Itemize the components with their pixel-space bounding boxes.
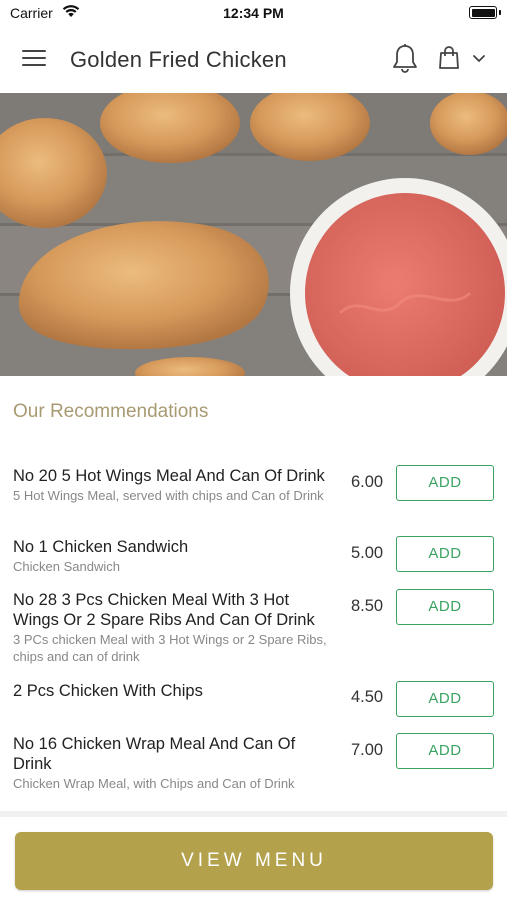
- item-name: No 20 5 Hot Wings Meal And Can Of Drink: [13, 467, 325, 485]
- view-menu-button[interactable]: VIEW MENU: [15, 832, 493, 890]
- shopping-bag-icon[interactable]: [438, 46, 460, 70]
- item-name: No 1 Chicken Sandwich: [13, 538, 189, 556]
- chevron-down-icon[interactable]: [472, 54, 486, 64]
- menu-icon[interactable]: [22, 50, 46, 68]
- hero-image: [0, 93, 507, 376]
- add-button[interactable]: ADD: [396, 681, 494, 717]
- section-title: Our Recommendations: [13, 401, 209, 422]
- item-description: 5 Hot Wings Meal, served with chips and …: [13, 488, 324, 503]
- fried-chicken-photo: [0, 93, 507, 376]
- item-name: 2 Pcs Chicken With Chips: [13, 682, 203, 700]
- status-bar: Carrier 12:34 PM: [0, 0, 507, 26]
- item-price: 5.00: [351, 544, 384, 562]
- item-price: 7.00: [351, 741, 384, 759]
- add-button[interactable]: ADD: [396, 536, 494, 572]
- item-price: 6.00: [351, 473, 384, 491]
- item-name: No 16 Chicken Wrap Meal And Can Of Drink: [13, 735, 296, 773]
- bell-icon[interactable]: [391, 43, 419, 75]
- item-description: Chicken Sandwich: [13, 559, 120, 574]
- item-price: 8.50: [351, 597, 384, 615]
- add-button[interactable]: ADD: [396, 589, 494, 625]
- item-price: 4.50: [351, 688, 384, 706]
- clock-time: 12:34 PM: [223, 5, 284, 21]
- item-description: 3 PCs chicken Meal with 3 Hot Wings or 2…: [13, 632, 327, 664]
- item-name: No 28 3 Pcs Chicken Meal With 3 Hot Wing…: [13, 591, 315, 629]
- app-header: Golden Fried Chicken: [0, 26, 507, 93]
- item-description: Chicken Wrap Meal, with Chips and Can of…: [13, 776, 295, 791]
- battery-icon: [469, 6, 501, 19]
- page-title: Golden Fried Chicken: [70, 47, 287, 72]
- add-button[interactable]: ADD: [396, 733, 494, 769]
- add-button[interactable]: ADD: [396, 465, 494, 501]
